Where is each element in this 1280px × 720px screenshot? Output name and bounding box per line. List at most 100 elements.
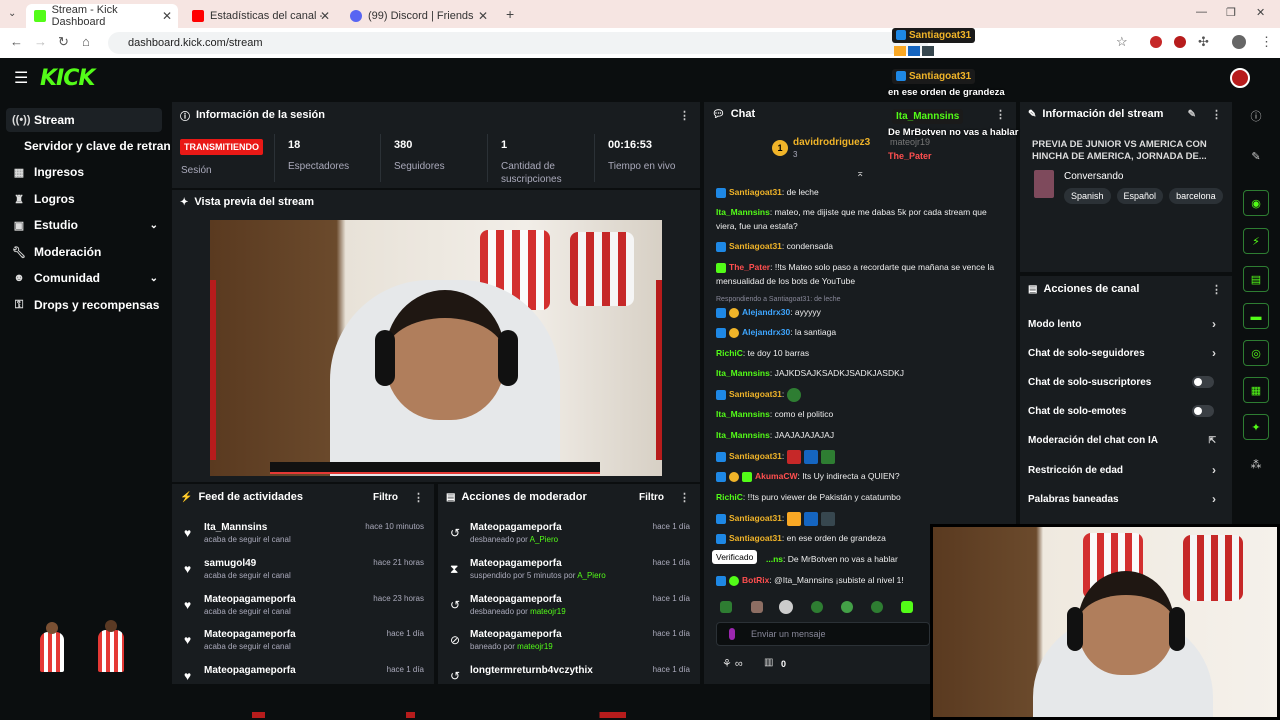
tag[interactable]: Español [1116, 188, 1164, 204]
info-icon[interactable]: ⓘ [1243, 104, 1269, 130]
infinity-points-icon[interactable]: ⚘ ∞ [722, 657, 743, 670]
profile-avatar[interactable] [1232, 35, 1246, 49]
close-tab-icon[interactable]: ✕ [162, 9, 172, 23]
sidebar-item-comunidad[interactable]: ☻ Comunidad ⌄ [12, 266, 162, 290]
sidebar-item-estudio[interactable]: ▣ Estudio ⌄ [12, 213, 162, 237]
trash-icon[interactable]: ▥ [764, 657, 773, 668]
mod-target-user[interactable]: Mateopagameporfa [470, 522, 562, 533]
tab-list-chevron-icon[interactable]: ⌄ [8, 8, 16, 19]
close-tab-icon[interactable]: ✕ [320, 9, 330, 23]
edit-icon[interactable]: ✎ [1188, 109, 1196, 120]
document-icon[interactable]: ▤ [1243, 266, 1269, 292]
verified-tooltip: Verificado [712, 550, 758, 564]
tag[interactable]: Spanish [1064, 188, 1111, 204]
emote-icon[interactable] [720, 601, 732, 613]
tab-kick-dashboard[interactable]: Stream - Kick Dashboard ✕ [26, 4, 178, 28]
extension-icon[interactable] [1174, 36, 1186, 48]
emote-icon[interactable] [779, 600, 793, 614]
category-name[interactable]: Conversando [1064, 171, 1123, 182]
sidebar-item-drops[interactable]: ⚿ Drops y recompensas [12, 293, 162, 317]
more-options-icon[interactable]: ⋮ [1211, 108, 1222, 121]
jersey-image [570, 232, 634, 306]
age-restriction-row[interactable]: Restricción de edad › [1020, 459, 1230, 481]
ai-moderation-row[interactable]: Moderación del chat con IA ⇱ [1020, 429, 1230, 451]
close-window-icon[interactable]: ✕ [1256, 6, 1265, 19]
forward-icon[interactable]: → [34, 34, 47, 49]
bolt-icon[interactable]: ⚡︎ [1243, 228, 1269, 254]
money-icon: ▦ [13, 166, 25, 179]
restore-window-icon[interactable]: ❐ [1226, 6, 1236, 19]
emote-icon[interactable] [811, 601, 823, 613]
sidebar-item-logros[interactable]: ♜ Logros [12, 187, 162, 211]
feed-user[interactable]: Mateopagameporfa [204, 665, 296, 676]
verified-badge-icon [716, 451, 726, 462]
back-icon[interactable]: ← [10, 34, 23, 49]
chat-input[interactable]: Enviar un mensaje [716, 622, 930, 646]
more-options-icon[interactable]: ⋮ [1211, 283, 1222, 296]
microphone-icon[interactable] [729, 628, 735, 640]
subscribers-only-toggle[interactable] [1192, 376, 1214, 388]
mod-target-user[interactable]: Mateopagameporfa [470, 558, 562, 569]
overlay-chat-panel: Santiagoat31 Santiagoat31 en ese orden d… [886, 26, 1028, 142]
extensions-puzzle-icon[interactable]: ✣ [1198, 34, 1209, 50]
bookmark-star-icon[interactable]: ☆ [1116, 34, 1128, 50]
collapse-icon[interactable]: ⌅ [856, 168, 864, 179]
verified-badge-icon [896, 30, 906, 41]
tab-discord[interactable]: (99) Discord | Friends ✕ [342, 4, 494, 28]
mod-action: desbaneado por mateojr19 [470, 607, 566, 616]
pencil-icon[interactable]: ✎ [1243, 144, 1269, 170]
mod-target-user[interactable]: Mateopagameporfa [470, 629, 562, 640]
kick-logo[interactable]: KICK [40, 66, 95, 91]
filter-button[interactable]: Filtro [639, 492, 664, 503]
feed-user[interactable]: Ita_Mannsins [204, 522, 267, 533]
tag[interactable]: barcelona [1169, 188, 1223, 204]
panel-title: Acciones de canal [1043, 283, 1140, 295]
sidebar-item-stream[interactable]: ((•)) Stream [6, 108, 162, 132]
sidebar-item-server-key[interactable]: Servidor y clave de retransm [24, 134, 170, 158]
minimize-window-icon[interactable]: — [1196, 6, 1207, 18]
panel-header: ⚡ Feed de actividades Filtro ⋮ [172, 484, 434, 510]
banned-words-row[interactable]: Palabras baneadas › [1020, 488, 1230, 510]
camera-icon[interactable]: ◉ [1243, 190, 1269, 216]
tab-youtube-stats[interactable]: Estadísticas del canal - YouTube ✕ [184, 4, 336, 28]
feed-user[interactable]: Mateopagameporfa [204, 629, 296, 640]
sidebar-item-label: Servidor y clave de retransm [24, 139, 170, 153]
close-tab-icon[interactable]: ✕ [478, 9, 488, 23]
emote-icon[interactable] [901, 601, 913, 613]
emote-icon[interactable] [751, 601, 763, 613]
more-options-icon[interactable]: ⋮ [679, 491, 690, 504]
emote-icon[interactable] [841, 601, 853, 613]
heart-icon: ♥ [184, 598, 192, 612]
connections-icon[interactable]: ⁂ [1243, 452, 1269, 478]
filter-button[interactable]: Filtro [373, 492, 398, 503]
sidebar-item-moderacion[interactable]: 🔧︎ Moderación [12, 240, 162, 264]
followers-only-row[interactable]: Chat de solo-seguidores › [1020, 342, 1230, 364]
feed-action: acaba de seguir el canal [204, 642, 291, 651]
feed-user[interactable]: samugol49 [204, 558, 256, 569]
feed-user[interactable]: Mateopagameporfa [204, 594, 296, 605]
home-icon[interactable]: ⌂ [82, 34, 90, 49]
user-avatar[interactable] [1230, 68, 1250, 88]
stream-video-preview[interactable] [210, 220, 662, 476]
broadcast-icon[interactable]: ◎ [1243, 340, 1269, 366]
sidebar-item-ingresos[interactable]: ▦ Ingresos [12, 160, 162, 184]
emotes-only-toggle[interactable] [1192, 405, 1214, 417]
slow-mode-row[interactable]: Modo lento › [1020, 313, 1230, 335]
more-options-icon[interactable]: ⋮ [413, 491, 424, 504]
emote-icon[interactable] [871, 601, 883, 613]
browser-menu-icon[interactable]: ⋮ [1260, 34, 1273, 50]
reload-icon[interactable]: ↻ [58, 34, 69, 50]
more-options-icon[interactable]: ⋮ [679, 109, 690, 122]
chat-bubble-icon[interactable]: ▬ [1243, 303, 1269, 329]
stack-icon[interactable]: ▦ [1243, 377, 1269, 403]
mod-target-user[interactable]: Mateopagameporfa [470, 594, 562, 605]
hamburger-menu-icon[interactable]: ☰ [14, 68, 28, 88]
wrench-icon[interactable]: ✦ [1243, 414, 1269, 440]
extension-icon[interactable] [1150, 36, 1162, 48]
mod-target-user[interactable]: longtermreturnb4vczythix [470, 665, 593, 676]
pinned-user[interactable]: davidrodriguez3 [793, 137, 870, 148]
feed-time: hace 1 día [386, 665, 424, 674]
new-tab-icon[interactable]: + [506, 6, 514, 22]
top-user-3[interactable]: The_Pater [888, 151, 932, 161]
url-field[interactable]: dashboard.kick.com/stream [108, 32, 928, 54]
